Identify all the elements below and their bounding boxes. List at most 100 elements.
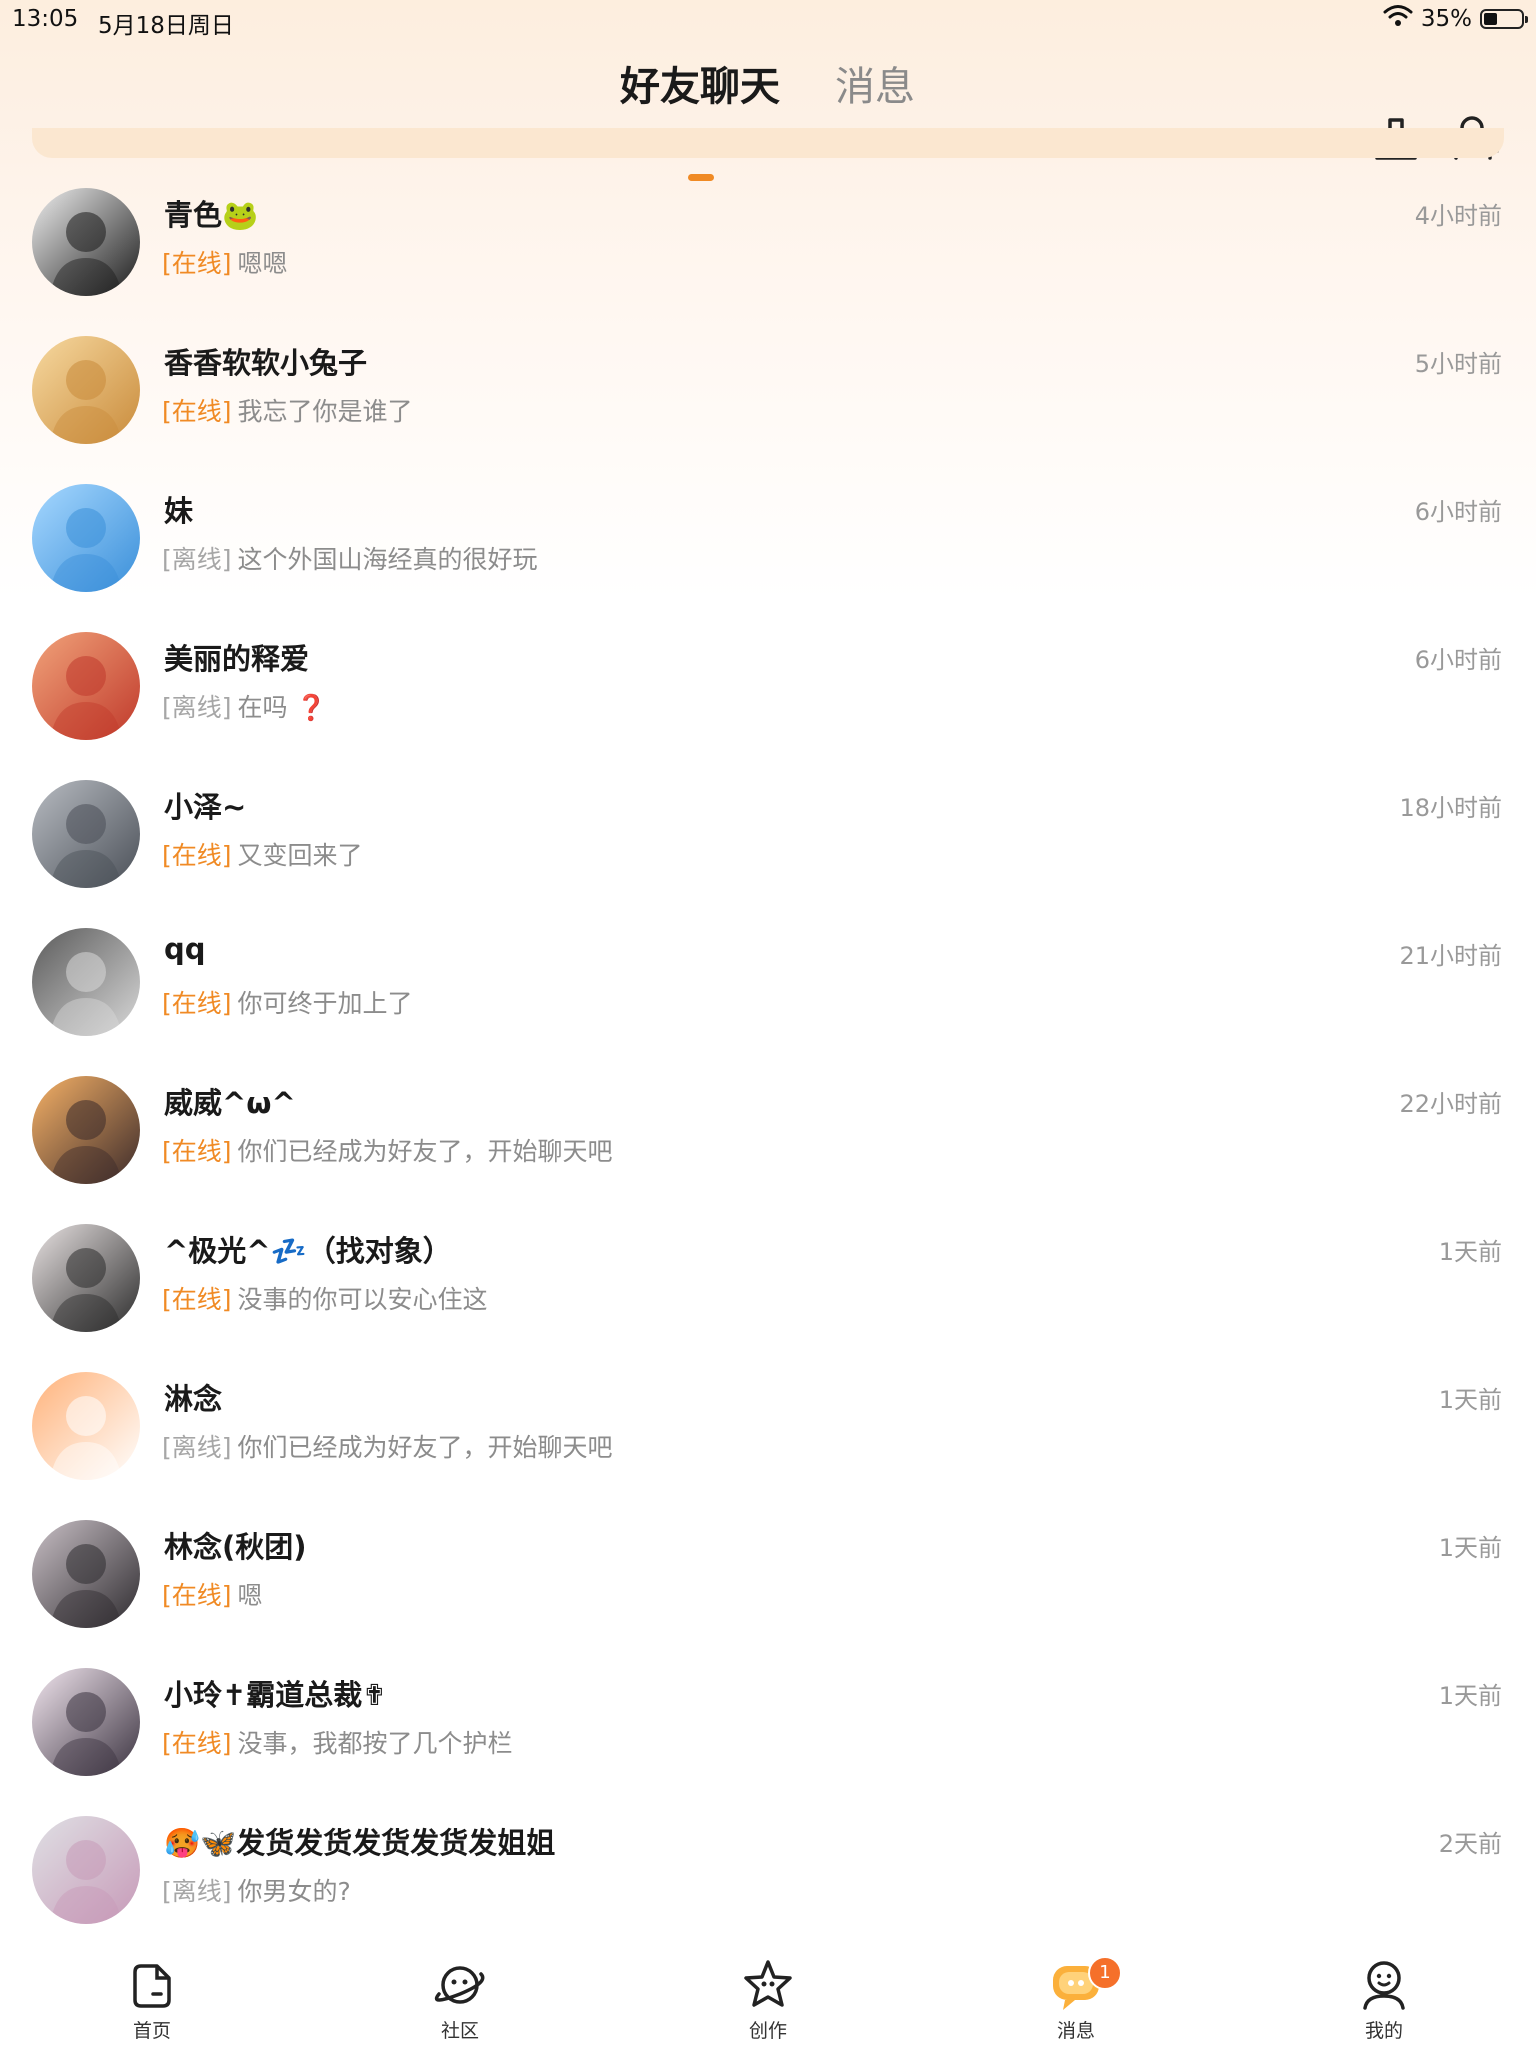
message-time: 18小时前 <box>1399 794 1502 822</box>
tab-messages-label: 消息 <box>1056 2020 1095 2042</box>
bottom-tab-bar: 首页 社区 创作 1 消息 我的 <box>0 1948 1536 2048</box>
online-status-tag: [在线] <box>162 1581 232 1610</box>
message-time: 22小时前 <box>1399 1090 1502 1118</box>
last-message: 你们已经成为好友了，开始聊天吧 <box>237 1137 613 1166</box>
tab-community[interactable]: 社区 <box>400 1956 520 2043</box>
message-preview: [离线] 在吗 ❓ <box>162 688 327 724</box>
last-message: 你们已经成为好友了，开始聊天吧 <box>237 1433 613 1462</box>
message-preview: [在线] 我忘了你是谁了 <box>162 392 413 428</box>
message-time: 6小时前 <box>1414 646 1502 674</box>
status-date: 5月18日周日 <box>98 13 234 39</box>
contact-name: 香香软软小兔子 <box>164 346 368 380</box>
avatar[interactable] <box>32 780 140 888</box>
unread-badge: 1 <box>1088 1956 1122 1990</box>
message-time: 1天前 <box>1438 1386 1502 1414</box>
online-status-tag: [在线] <box>162 1137 232 1166</box>
tab-create-label: 创作 <box>748 2020 787 2042</box>
avatar[interactable] <box>32 188 140 296</box>
chat-row[interactable]: 🥵🦋发货发货发货发货发姐姐 [离线] 你男女的? 2天前 <box>0 1776 1536 1924</box>
online-status-tag: [在线] <box>162 1285 232 1314</box>
tab-friends-chat[interactable]: 好友聊天 <box>620 54 780 112</box>
online-status-tag: [在线] <box>162 1729 232 1758</box>
battery-percent: 35% <box>1420 6 1472 32</box>
chat-row[interactable]: 青色🐸 [在线] 嗯嗯 4小时前 <box>0 148 1536 296</box>
contact-name: 小泽~ <box>164 790 247 824</box>
last-message: 嗯嗯 <box>237 249 288 278</box>
chat-row[interactable]: 香香软软小兔子 [在线] 我忘了你是谁了 5小时前 <box>0 296 1536 444</box>
tab-messages[interactable]: 消息 <box>835 54 915 112</box>
chat-row[interactable]: 林念(秋团) [在线] 嗯 1天前 <box>0 1480 1536 1628</box>
tab-messages-bottom[interactable]: 1 消息 <box>1016 1956 1136 2043</box>
message-preview: [在线] 嗯嗯 <box>162 244 288 280</box>
tab-home[interactable]: 首页 <box>92 1956 212 2043</box>
chat-row[interactable]: 淋念 [离线] 你们已经成为好友了，开始聊天吧 1天前 <box>0 1332 1536 1480</box>
last-message: 在吗 ❓ <box>237 693 327 722</box>
contact-name: 小玲✝霸道总裁✟ <box>164 1678 387 1712</box>
tab-create[interactable]: 创作 <box>708 1956 828 2043</box>
online-status-tag: [在线] <box>162 841 232 870</box>
message-preview: [在线] 没事，我都按了几个护栏 <box>162 1724 513 1760</box>
battery-level <box>1484 13 1497 25</box>
chat-row[interactable]: 美丽的释爱 [离线] 在吗 ❓ 6小时前 <box>0 592 1536 740</box>
last-message: 又变回来了 <box>237 841 363 870</box>
last-message: 你男女的? <box>237 1877 351 1906</box>
chat-row[interactable]: 威威^ω^ [在线] 你们已经成为好友了，开始聊天吧 22小时前 <box>0 1036 1536 1184</box>
avatar[interactable] <box>32 1224 140 1332</box>
planet-icon <box>434 1966 485 2004</box>
last-message: 没事，我都按了几个护栏 <box>237 1729 513 1758</box>
avatar[interactable] <box>32 632 140 740</box>
status-bar: 13:05 5月18日周日 35% <box>0 0 1536 40</box>
avatar[interactable] <box>32 1816 140 1924</box>
contact-name: 青色🐸 <box>164 198 259 232</box>
tab-me[interactable]: 我的 <box>1324 1956 1444 2043</box>
contact-name: 🥵🦋发货发货发货发货发姐姐 <box>164 1826 556 1860</box>
tab-me-label: 我的 <box>1364 2020 1403 2042</box>
chat-row[interactable]: 小玲✝霸道总裁✟ [在线] 没事，我都按了几个护栏 1天前 <box>0 1628 1536 1776</box>
last-message: 没事的你可以安心住这 <box>237 1285 488 1314</box>
online-status-tag: [离线] <box>162 1877 232 1906</box>
avatar[interactable] <box>32 1372 140 1480</box>
message-time: 1天前 <box>1438 1682 1502 1710</box>
message-time: 21小时前 <box>1399 942 1502 970</box>
avatar[interactable] <box>32 1668 140 1776</box>
message-preview: [离线] 这个外国山海经真的很好玩 <box>162 540 538 576</box>
chat-row[interactable]: 妹 [离线] 这个外国山海经真的很好玩 6小时前 <box>0 444 1536 592</box>
status-time: 13:05 <box>12 6 79 32</box>
contact-name: 淋念 <box>164 1382 223 1416</box>
chat-row[interactable]: 小泽~ [在线] 又变回来了 18小时前 <box>0 740 1536 888</box>
status-indicators: 35% <box>1383 4 1528 34</box>
contact-name: 威威^ω^ <box>164 1086 296 1120</box>
message-time: 6小时前 <box>1414 498 1502 526</box>
top-tabs: 好友聊天 消息 <box>0 54 1536 181</box>
message-preview: [在线] 嗯 <box>162 1576 263 1612</box>
message-preview: [离线] 你男女的? <box>162 1872 351 1908</box>
message-preview: [离线] 你们已经成为好友了，开始聊天吧 <box>162 1428 613 1464</box>
avatar[interactable] <box>32 484 140 592</box>
online-status-tag: [离线] <box>162 693 232 722</box>
profile-icon <box>1363 1961 1405 2010</box>
online-status-tag: [在线] <box>162 397 232 426</box>
message-preview: [在线] 又变回来了 <box>162 836 363 872</box>
message-preview: [在线] 没事的你可以安心住这 <box>162 1280 488 1316</box>
last-message: 嗯 <box>237 1581 263 1610</box>
avatar[interactable] <box>32 336 140 444</box>
star-icon <box>744 1960 792 2007</box>
home-icon <box>133 1964 171 2008</box>
message-preview: [在线] 你可终于加上了 <box>162 984 413 1020</box>
avatar[interactable] <box>32 928 140 1036</box>
online-status-tag: [在线] <box>162 249 232 278</box>
battery-icon <box>1480 9 1528 29</box>
online-status-tag: [离线] <box>162 1433 232 1462</box>
message-preview: [在线] 你们已经成为好友了，开始聊天吧 <box>162 1132 613 1168</box>
avatar[interactable] <box>32 1076 140 1184</box>
message-time: 4小时前 <box>1414 202 1502 230</box>
online-status-tag: [离线] <box>162 545 232 574</box>
chat-row[interactable]: ^极光^💤（找对象） [在线] 没事的你可以安心住这 1天前 <box>0 1184 1536 1332</box>
tab-community-label: 社区 <box>440 2020 479 2042</box>
message-time: 5小时前 <box>1414 350 1502 378</box>
avatar[interactable] <box>32 1520 140 1628</box>
message-time: 1天前 <box>1438 1534 1502 1562</box>
chat-row[interactable]: qq [在线] 你可终于加上了 21小时前 <box>0 888 1536 1036</box>
message-time: 1天前 <box>1438 1238 1502 1266</box>
last-message: 你可终于加上了 <box>237 989 413 1018</box>
